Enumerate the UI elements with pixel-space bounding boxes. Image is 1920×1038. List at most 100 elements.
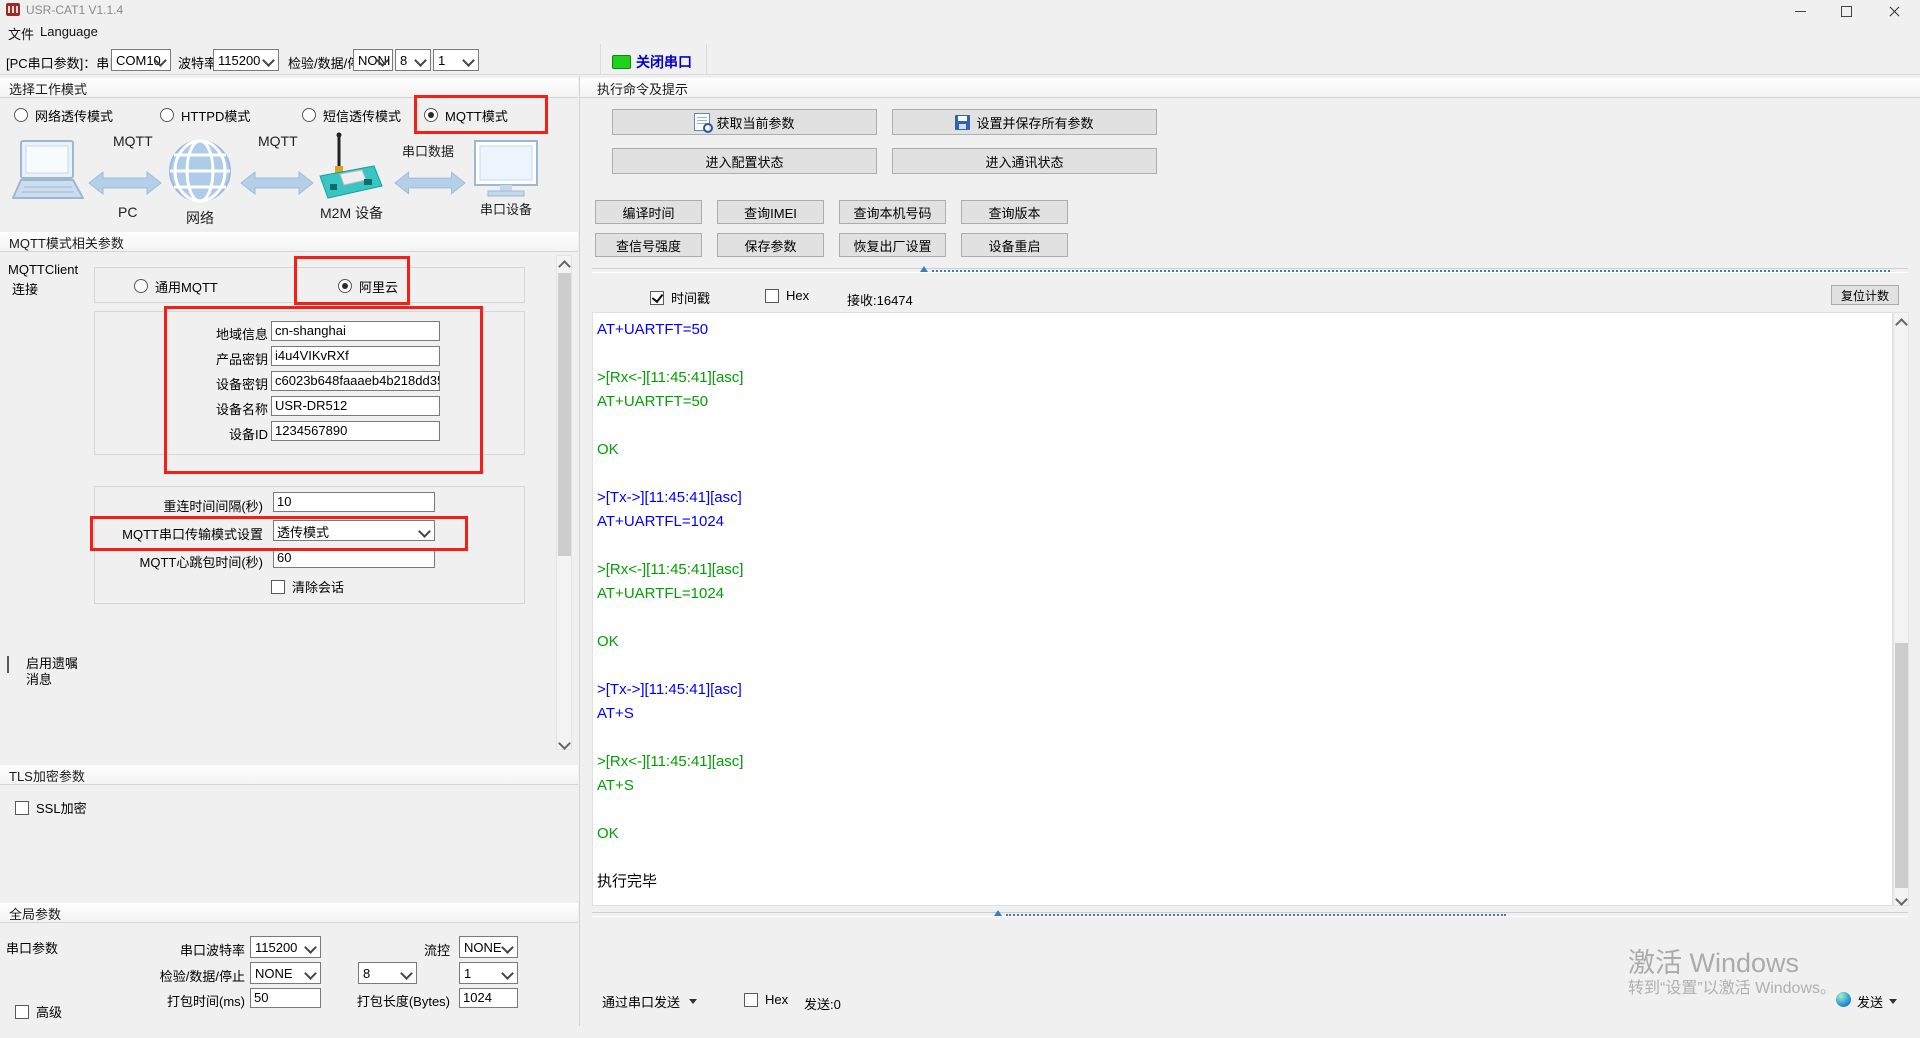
databits-combo[interactable]: 8 (395, 49, 431, 71)
command-button-label: 进入通讯状态 (985, 154, 1064, 170)
menu-bar: 文件 Language (0, 20, 1920, 42)
baud-combo[interactable]: 115200 (213, 49, 279, 71)
left-panel-scrollbar[interactable] (556, 255, 572, 750)
doc-search-icon (694, 113, 714, 133)
scroll-down-icon[interactable] (558, 737, 571, 750)
conn-option-0[interactable]: 通用MQTT (134, 277, 218, 295)
timestamp-checkbox[interactable] (650, 290, 664, 305)
field-input-3[interactable]: USR-DR512 (271, 396, 440, 416)
splitter-handle-icon (920, 266, 928, 272)
serial-device-icon (474, 140, 538, 197)
close-serial-button[interactable]: 关闭串口 (636, 52, 692, 72)
small-command-button-3[interactable]: 查询版本 (961, 200, 1068, 224)
timestamp-option[interactable]: 时间戳 (650, 288, 710, 307)
packlen-input[interactable]: 1024 (459, 988, 518, 1008)
command-button-1[interactable]: 设置并保存所有参数 (892, 109, 1157, 135)
ssl-checkbox[interactable] (15, 800, 29, 815)
send-globe-icon (1836, 992, 1851, 1007)
send-hex-checkbox[interactable] (744, 992, 758, 1007)
transfer-mode-combo[interactable]: 透传模式 (273, 520, 435, 541)
field-input-2[interactable]: c6023b648faaaeb4b218dd35 (271, 371, 440, 391)
g-parity-combo[interactable]: NONE (250, 962, 321, 984)
scroll-up-icon[interactable] (1895, 318, 1908, 331)
will-message-option[interactable]: 启用遗嘱 消息 (7, 652, 78, 687)
reset-counter-button[interactable]: 复位计数 (1831, 285, 1899, 305)
work-mode-option-1[interactable]: HTTPD模式 (160, 105, 250, 125)
dropdown-caret-icon (689, 998, 698, 1004)
hex-checkbox[interactable] (765, 288, 779, 303)
send-via-serial-button[interactable]: 通过串口发送 (602, 990, 698, 1012)
g-flow-combo[interactable]: NONE (459, 936, 518, 958)
stopbits-combo[interactable]: 1 (433, 49, 479, 71)
g-flow-label: 流控 (423, 943, 450, 958)
ssl-label: SSL加密 (36, 801, 87, 816)
advanced-checkbox[interactable] (15, 1004, 29, 1019)
menu-file[interactable]: 文件 (8, 24, 34, 43)
chevron-down-icon (501, 967, 514, 980)
small-command-button-0[interactable]: 编译时间 (595, 200, 702, 224)
parity-combo[interactable]: NONI (353, 49, 393, 71)
work-mode-header: 选择工作模式 (0, 78, 578, 98)
maximize-button[interactable] (1828, 0, 1864, 22)
small-command-button-4[interactable]: 查信号强度 (595, 233, 702, 257)
work-mode-option-3[interactable]: MQTT模式 (424, 105, 508, 125)
g-baud-combo[interactable]: 115200 (250, 936, 321, 958)
command-button-label: 设置并保存所有参数 (976, 115, 1094, 131)
ssl-option[interactable]: SSL加密 (15, 798, 87, 817)
reconnect-label: 重连时间间隔(秒) (163, 499, 263, 514)
small-command-button-7[interactable]: 设备重启 (961, 233, 1068, 257)
panel-divider (579, 76, 580, 1026)
window-title: USR-CAT1 V1.1.4 (26, 3, 124, 17)
command-button-3[interactable]: 进入通讯状态 (892, 148, 1157, 174)
pc-icon (12, 140, 84, 199)
will-message-checkbox[interactable] (7, 656, 9, 673)
work-mode-option-2[interactable]: 短信透传模式 (302, 105, 401, 125)
radio-icon (160, 108, 174, 122)
log-line: OK (597, 441, 619, 458)
splitter-dots-icon (932, 270, 1890, 272)
scroll-up-icon[interactable] (558, 260, 571, 273)
field-input-4[interactable]: 1234567890 (271, 421, 440, 441)
heartbeat-input[interactable]: 60 (273, 548, 435, 568)
scrollbar-thumb[interactable] (1895, 643, 1908, 888)
clear-session-option[interactable]: 清除会话 (271, 577, 344, 596)
field-input-1[interactable]: i4u4VIKvRXf (271, 346, 440, 366)
g-stopbits-combo[interactable]: 1 (459, 962, 518, 984)
m2m-label: M2M 设备 (320, 205, 383, 221)
splitter-dots-icon (1006, 914, 1506, 916)
conn-option-label: 通用MQTT (155, 279, 218, 295)
sent-count: 发送:0 (804, 997, 841, 1012)
command-button-0[interactable]: 获取当前参数 (612, 109, 877, 135)
field-input-0[interactable]: cn-shanghai (271, 321, 440, 341)
clear-session-checkbox[interactable] (271, 579, 285, 594)
radio-icon (14, 108, 28, 122)
g-databits-combo[interactable]: 8 (358, 962, 417, 984)
conn-option-1[interactable]: 阿里云 (338, 277, 398, 295)
small-command-button-1[interactable]: 查询IMEI (717, 200, 824, 224)
send-hex-option[interactable]: Hex (744, 992, 788, 1007)
log-scrollbar[interactable] (1893, 312, 1909, 906)
reconnect-input[interactable]: 10 (273, 492, 435, 512)
work-mode-option-0[interactable]: 网络透传模式 (14, 105, 113, 125)
hex-option[interactable]: Hex (765, 288, 809, 303)
com-port-combo[interactable]: COM10 (111, 49, 171, 71)
menu-language[interactable]: Language (40, 24, 98, 39)
small-command-button-5[interactable]: 保存参数 (717, 233, 824, 257)
small-command-button-2[interactable]: 查询本机号码 (839, 200, 946, 224)
chevron-down-icon (262, 54, 275, 67)
minimize-button[interactable] (1782, 0, 1818, 22)
close-button[interactable] (1876, 0, 1912, 22)
scroll-down-icon[interactable] (1895, 893, 1908, 906)
log-line: >[Rx<-][11:45:41][asc] (597, 753, 744, 770)
advanced-option[interactable]: 高级 (15, 1002, 62, 1021)
packtime-input[interactable]: 50 (250, 988, 321, 1008)
command-button-2[interactable]: 进入配置状态 (612, 148, 877, 174)
scrollbar-thumb[interactable] (558, 273, 571, 556)
log-line: >[Rx<-][11:45:41][asc] (597, 369, 744, 386)
small-command-button-6[interactable]: 恢复出厂设置 (839, 233, 946, 257)
send-button[interactable]: 发送 (1857, 992, 1898, 1011)
log-output-area[interactable] (592, 312, 1893, 906)
